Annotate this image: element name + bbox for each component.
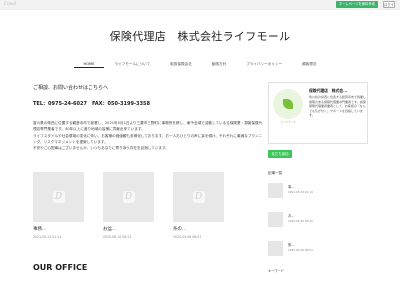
post-thumbnail[interactable] (268, 212, 283, 227)
card-date: 2021.05.24 01:14 (33, 235, 62, 239)
company-logo (273, 89, 303, 119)
main-column: ご相談、お問い合わせはこちらへ TEL：0975-24-6027 FAX：050… (33, 78, 263, 151)
login-button[interactable]: ログイン (383, 1, 395, 13)
sidebar: ライフモール 保険代理店 株式会... 香川県の県西に位置する観音寺市で創業し保… (268, 82, 368, 263)
post-date: 2021.05.24 01:14 (288, 190, 313, 194)
main-nav: HOME ライフモールについて 取扱保険会社 勧誘方針 プライバシーポリシー 顧… (0, 62, 400, 68)
post-title[interactable]: お... (288, 213, 294, 218)
placeholder-logo-icon: D (52, 191, 65, 203)
signup-button[interactable]: ホームページを無料作成 (336, 1, 378, 8)
intro-paragraph: 香川県の県西に位置する観音寺市で創業し、2021年5月1日より三豊市三野町に事務… (33, 121, 263, 132)
sidebar-post[interactable]: 事... 2021.05.24 01:14 (268, 180, 368, 205)
card-thumbnail[interactable]: D (173, 172, 224, 222)
card-date: 2020.08.10 09:22 (103, 235, 132, 239)
nav-privacy-policy[interactable]: プライバシーポリシー (236, 62, 292, 68)
office-section-title: OUR OFFICE (33, 263, 88, 272)
intro-paragraph: ライフスタイルや社会環境の変化に伴い、お客様の価値観も多様化しております。お一人… (33, 133, 263, 144)
post-thumbnail[interactable] (268, 241, 283, 256)
blog-cards: D 事務... 2021.05.24 01:14 D お盆... 2020.08… (33, 172, 263, 239)
post-thumbnail[interactable] (268, 183, 283, 198)
blog-card[interactable]: D 事務... 2021.05.24 01:14 (33, 172, 84, 239)
post-title[interactable]: 事... (288, 184, 294, 189)
nav-solicitation-policy[interactable]: 勧誘方針 (202, 62, 236, 68)
leaf-icon (283, 99, 293, 109)
keyword-heading: キーワード (268, 269, 284, 273)
card-title[interactable]: 事務... (33, 226, 84, 232)
brand-logo[interactable]: Crevd (4, 1, 16, 6)
card-thumbnail[interactable]: D (103, 172, 154, 222)
profile-description: 香川県の県西に位置する観音寺市で創業し保険のある保険代理業専門業者です。損保保険… (309, 95, 367, 118)
blog-card[interactable]: D お盆... 2020.08.10 09:22 (103, 172, 154, 239)
contact-heading: ご相談、お問い合わせはこちらへ (33, 85, 109, 91)
profile-card: ライフモール 保険代理店 株式会... 香川県の県西に位置する観音寺市で創業し保… (268, 82, 368, 144)
nav-insurers[interactable]: 取扱保険会社 (160, 62, 202, 68)
nav-home[interactable]: HOME (73, 62, 105, 68)
card-date: 2020.04.06 08:57 (173, 235, 202, 239)
intro-text: 香川県の県西に位置する観音寺市で創業し、2021年5月1日より三豊市三野町に事務… (33, 120, 263, 151)
nav-philosophy[interactable]: 顧客理念 (292, 62, 326, 68)
site-header: 保険代理店 株式会社ライフモール HOME ライフモールについて 取扱保険会社 … (0, 10, 400, 72)
card-title[interactable]: 条の... (173, 226, 224, 232)
blog-card[interactable]: D 条の... 2020.04.06 08:57 (173, 172, 224, 239)
intro-paragraph: 不安やご心配事はございませんか、いつもあなたに寄り添う存在を目指しています。 (33, 146, 169, 151)
line-add-friend-button[interactable]: 友だち追加 (268, 150, 292, 158)
top-bar: Crevd ホームページを無料作成 ログイン (0, 0, 400, 13)
card-thumbnail[interactable]: D (33, 172, 84, 222)
recent-posts-heading: 記事一覧 (268, 171, 283, 175)
post-date: 2020.08.10 09:22 (288, 219, 313, 223)
profile-name[interactable]: 保険代理店 株式会... (309, 88, 348, 94)
nav-about[interactable]: ライフモールについて (104, 62, 160, 68)
placeholder-logo-icon: D (122, 191, 135, 203)
company-logo-text: ライフモール (280, 121, 296, 124)
post-date: 2020.04.06 08:57 (288, 248, 313, 252)
page-content: ご相談、お問い合わせはこちらへ TEL：0975-24-6027 FAX：050… (0, 72, 400, 300)
card-title[interactable]: お盆... (103, 226, 154, 232)
tel-fax-line: TEL：0975-24-6027 FAX：050-3199-3358 (33, 101, 150, 107)
site-title[interactable]: 保険代理店 株式会社ライフモール (0, 28, 400, 44)
sidebar-post[interactable]: 条... 2020.04.06 08:57 (268, 238, 368, 263)
post-title[interactable]: 条... (288, 242, 294, 247)
sidebar-post[interactable]: お... 2020.08.10 09:22 (268, 209, 368, 234)
placeholder-logo-icon: D (192, 191, 205, 203)
